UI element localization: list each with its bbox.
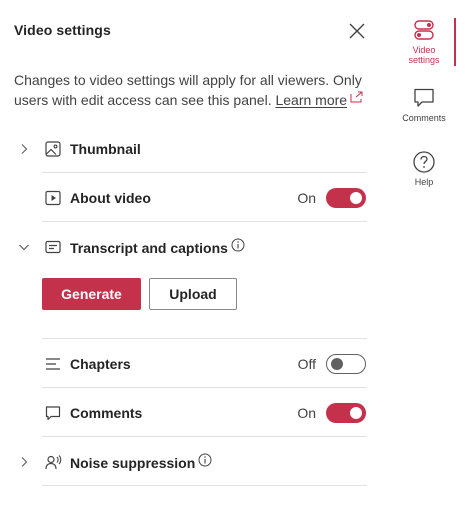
toggle-knob: [331, 357, 343, 370]
learn-more-link[interactable]: Learn more: [275, 92, 347, 108]
info-icon[interactable]: [198, 453, 212, 467]
intro-text: Changes to video settings will apply for…: [14, 70, 374, 110]
noise-suppression-label: Noise suppression: [70, 453, 212, 471]
toggle-knob: [350, 191, 362, 204]
comments-label: Comments: [70, 404, 143, 421]
rail-item-comments[interactable]: Comments: [392, 86, 456, 123]
thumbnail-row[interactable]: Thumbnail: [14, 124, 366, 173]
external-link-icon: [350, 91, 363, 103]
noise-suppression-row[interactable]: Noise suppression: [14, 437, 366, 486]
generate-button[interactable]: Generate: [42, 278, 141, 310]
about-video-toggle[interactable]: [326, 187, 366, 208]
chapters-label: Chapters: [70, 355, 131, 372]
rail-label-comments: Comments: [402, 113, 446, 123]
captions-icon: [45, 240, 61, 253]
about-video-toggle-group: On: [297, 187, 366, 208]
comments-toggle[interactable]: [326, 402, 366, 423]
about-video-label: About video: [70, 189, 151, 206]
info-icon[interactable]: [231, 238, 245, 252]
transcript-label-text: Transcript and captions: [70, 239, 228, 256]
rail-item-help[interactable]: Help: [392, 150, 456, 187]
toggle-knob: [350, 406, 362, 419]
video-play-icon: [45, 190, 61, 205]
chapters-state: Off: [297, 355, 316, 372]
help-icon: [413, 151, 435, 173]
rail-item-video-settings[interactable]: Video settings: [392, 18, 456, 65]
close-icon[interactable]: [346, 20, 368, 42]
divider: [42, 485, 367, 486]
image-icon: [45, 140, 61, 157]
comment-icon: [45, 405, 61, 420]
chapters-toggle[interactable]: [326, 353, 366, 374]
comment-icon: [414, 88, 434, 107]
comments-row: Comments On: [14, 388, 366, 437]
side-rail: Video settings Comments Help: [392, 0, 465, 511]
about-video-row: About video On: [14, 173, 366, 222]
rail-label-video-settings: Video settings: [408, 45, 440, 65]
rail-label-help: Help: [414, 177, 434, 187]
about-video-state: On: [297, 189, 316, 206]
panel-title: Video settings: [14, 22, 111, 38]
transcript-row[interactable]: Transcript and captions: [14, 222, 366, 271]
comments-state: On: [297, 404, 316, 421]
thumbnail-label: Thumbnail: [70, 140, 141, 157]
noise-suppression-icon: [45, 454, 62, 469]
video-settings-panel: Video settings Changes to video settings…: [0, 0, 392, 511]
chapters-icon: [46, 357, 60, 370]
chevron-right-icon[interactable]: [18, 143, 30, 155]
noise-suppression-label-text: Noise suppression: [70, 454, 196, 471]
transcript-label: Transcript and captions: [70, 238, 245, 256]
chevron-down-icon[interactable]: [18, 241, 30, 253]
chevron-right-icon[interactable]: [18, 456, 30, 468]
chapters-row: Chapters Off: [14, 339, 366, 388]
comments-toggle-group: On: [297, 402, 366, 423]
chapters-toggle-group: Off: [297, 353, 366, 374]
toggles-icon: [414, 20, 434, 40]
upload-button[interactable]: Upload: [149, 278, 237, 310]
